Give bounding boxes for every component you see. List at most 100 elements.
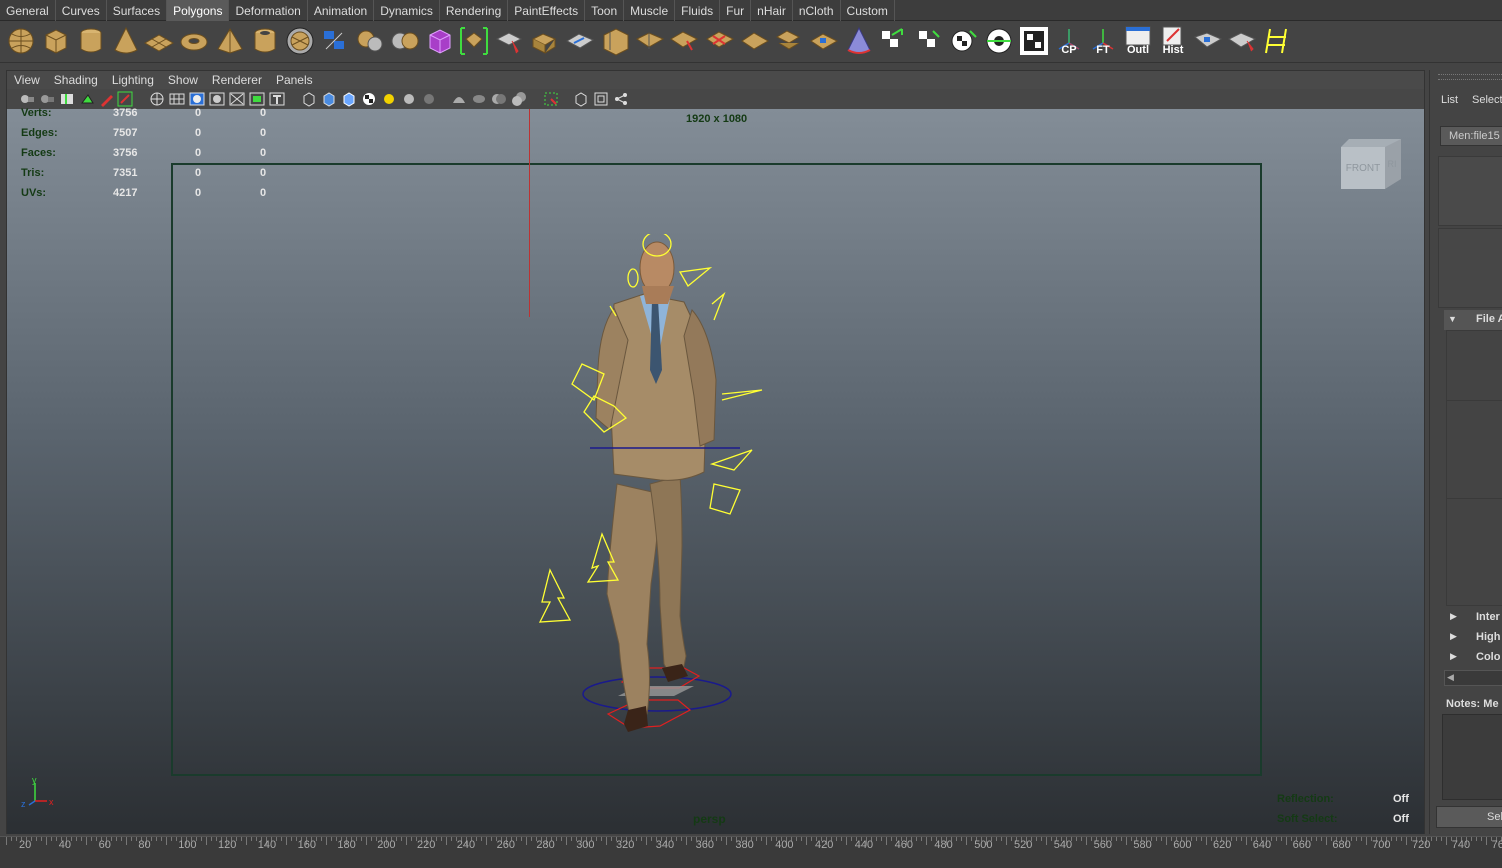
panel-menu-view[interactable]: View xyxy=(7,71,47,89)
combine-icon[interactable] xyxy=(318,25,350,57)
ruler-tool-icon[interactable] xyxy=(1262,25,1294,57)
history-button[interactable]: Hist xyxy=(1157,25,1189,57)
all-lights-icon[interactable] xyxy=(401,91,417,107)
shadows-icon[interactable] xyxy=(421,91,437,107)
smooth-shade-icon[interactable] xyxy=(189,91,205,107)
node-name-field[interactable]: Men:file15 xyxy=(1440,126,1502,146)
image-plane-icon[interactable] xyxy=(79,91,95,107)
poly-plane-icon[interactable] xyxy=(143,25,175,57)
isolate-select-icon[interactable] xyxy=(229,91,245,107)
poly-sphere-icon[interactable] xyxy=(5,25,37,57)
extrude-icon[interactable] xyxy=(494,25,526,57)
2d-pan-zoom-icon[interactable] xyxy=(117,91,133,107)
smooth-proxy-icon[interactable] xyxy=(424,25,456,57)
xray-icon[interactable] xyxy=(249,91,265,107)
shelf-tab-deformation[interactable]: Deformation xyxy=(229,0,308,21)
poly-cone-icon[interactable] xyxy=(110,25,142,57)
uv-checker-torus-icon[interactable] xyxy=(983,25,1015,57)
poly-soccer-ball-icon[interactable] xyxy=(284,25,316,57)
freeze-transforms-button[interactable]: FT xyxy=(1087,25,1119,57)
select-camera-icon[interactable] xyxy=(19,91,35,107)
boolean-icon[interactable] xyxy=(389,25,421,57)
default-light-icon[interactable] xyxy=(381,91,397,107)
color-section[interactable]: ▶ Colo xyxy=(1444,648,1502,668)
camera-attributes-icon[interactable] xyxy=(39,91,55,107)
flat-shade-icon[interactable] xyxy=(209,91,225,107)
outliner-button[interactable]: Outl xyxy=(1122,25,1154,57)
depth-of-field-icon[interactable] xyxy=(511,91,527,107)
text-icon[interactable] xyxy=(269,91,285,107)
select-highlight-icon[interactable] xyxy=(543,91,559,107)
poly-cube-icon[interactable] xyxy=(40,25,72,57)
split-polygon-icon[interactable] xyxy=(600,25,632,57)
texture-checker-icon[interactable] xyxy=(361,91,377,107)
wireframe-cube-icon[interactable] xyxy=(301,91,317,107)
ambient-occlusion-icon[interactable] xyxy=(451,91,467,107)
shelf-tab-curves[interactable]: Curves xyxy=(56,0,107,21)
shelf-tab-custom[interactable]: Custom xyxy=(841,0,895,21)
anti-aliasing-icon[interactable] xyxy=(491,91,507,107)
shelf-tab-rendering[interactable]: Rendering xyxy=(440,0,509,21)
shelf-tab-fluids[interactable]: Fluids xyxy=(675,0,721,21)
wireframe-icon[interactable] xyxy=(149,91,165,107)
select-button[interactable]: Sel xyxy=(1436,806,1502,828)
uv-checker-plane-icon[interactable] xyxy=(913,25,945,57)
poly-cylinder-icon[interactable] xyxy=(75,25,107,57)
character-model[interactable] xyxy=(522,234,782,734)
uv-checker-sphere-icon[interactable] xyxy=(948,25,980,57)
panel-menu-lighting[interactable]: Lighting xyxy=(105,71,161,89)
interactive-section[interactable]: ▶ Inter xyxy=(1444,608,1502,628)
collapse-icon[interactable] xyxy=(773,25,805,57)
selected-menu[interactable]: Selected xyxy=(1472,94,1502,106)
offset-edge-loop-icon[interactable] xyxy=(668,25,700,57)
poke-face-icon[interactable] xyxy=(843,25,875,57)
shelf-tab-muscle[interactable]: Muscle xyxy=(624,0,676,21)
separate-icon[interactable] xyxy=(354,25,386,57)
3d-viewport[interactable]: Verts: 3756 0 0 Edges: 7507 0 0 Faces: 3756 0 0 Tris… xyxy=(7,107,1424,834)
horizontal-scrollbar[interactable]: ◀ xyxy=(1444,670,1502,686)
bookmarks-icon[interactable] xyxy=(59,91,75,107)
panel-menu-show[interactable]: Show xyxy=(161,71,205,89)
gate-mask-icon[interactable] xyxy=(573,91,589,107)
bridge-icon[interactable] xyxy=(529,25,561,57)
list-menu[interactable]: List xyxy=(1441,94,1458,106)
shelf-tab-ncloth[interactable]: nCloth xyxy=(793,0,841,21)
extract-face-icon[interactable] xyxy=(458,25,490,57)
center-pivot-button[interactable]: CP xyxy=(1053,25,1085,57)
shelf-tab-general[interactable]: General xyxy=(0,0,56,21)
shelf-tab-toon[interactable]: Toon xyxy=(585,0,625,21)
time-slider[interactable]: 20 40 60 80 100 120 140 160 180 200 220 240 260 280 30… xyxy=(0,836,1502,868)
view-cube[interactable]: FRONT RI xyxy=(1339,137,1403,193)
panel-menu-panels[interactable]: Panels xyxy=(269,71,320,89)
high-section[interactable]: ▶ High xyxy=(1444,628,1502,648)
shelf-tab-dynamics[interactable]: Dynamics xyxy=(374,0,440,21)
poly-pyramid-icon[interactable] xyxy=(214,25,246,57)
file-attributes-section[interactable]: ▼ File A xyxy=(1444,310,1502,330)
poly-torus-icon[interactable] xyxy=(178,25,210,57)
shelf-tab-surfaces[interactable]: Surfaces xyxy=(107,0,168,21)
shaded-cube-icon[interactable] xyxy=(321,91,337,107)
merge-vertex-icon[interactable] xyxy=(739,25,771,57)
shelf-tab-fur[interactable]: Fur xyxy=(720,0,752,21)
panel-drag-handle[interactable] xyxy=(1438,74,1502,80)
grease-pencil-icon[interactable] xyxy=(99,91,115,107)
shaded-wire-cube-icon[interactable] xyxy=(341,91,357,107)
uv-checker-arrow-icon[interactable] xyxy=(878,25,910,57)
split-edge-ring-icon[interactable] xyxy=(704,25,736,57)
shelf-tab-polygons[interactable]: Polygons xyxy=(167,0,230,21)
resolution-gate-icon[interactable] xyxy=(593,91,609,107)
share-node-icon[interactable] xyxy=(613,91,629,107)
insert-edge-loop-icon[interactable] xyxy=(634,25,666,57)
shelf-tab-nhair[interactable]: nHair xyxy=(751,0,793,21)
poly-pipe-icon[interactable] xyxy=(249,25,281,57)
panel-menu-shading[interactable]: Shading xyxy=(47,71,105,89)
uv-editor-icon[interactable] xyxy=(1018,25,1050,57)
panel-menu-renderer[interactable]: Renderer xyxy=(205,71,269,89)
shelf-tab-painteffects[interactable]: PaintEffects xyxy=(508,0,586,21)
motion-blur-icon[interactable] xyxy=(471,91,487,107)
select-tool-mesh-icon[interactable] xyxy=(1227,25,1259,57)
mirror-geometry-icon[interactable] xyxy=(1192,25,1224,57)
grid-icon[interactable] xyxy=(169,91,185,107)
wedge-icon[interactable] xyxy=(808,25,840,57)
shelf-tab-animation[interactable]: Animation xyxy=(308,0,375,21)
